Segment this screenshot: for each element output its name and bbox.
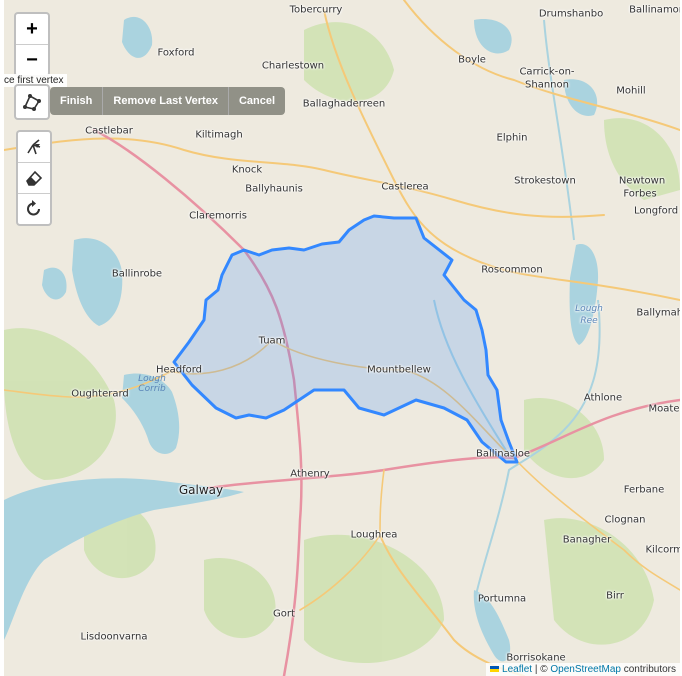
rotate-button[interactable] [18,193,50,224]
place-label-clognan: Clognan [604,514,646,526]
place-label-boyle: Boyle [458,54,486,66]
eraser-icon [26,170,43,186]
leaflet-link[interactable]: Leaflet [502,664,532,675]
place-label-charlestown: Charlestown [261,60,325,72]
place-label-gort: Gort [273,608,295,620]
zoom-control: + − [14,12,50,77]
place-label-moate: Moate [648,403,680,415]
place-label-ree: Ree [580,316,598,326]
rotate-icon [27,200,40,216]
place-label-lough: Lough [575,304,603,314]
place-label-drumshanbo: Drumshanbo [538,8,604,20]
place-label-ferbane: Ferbane [623,484,665,496]
edit-toolbar [16,130,52,226]
place-label-ballinasloe: Ballinasloe [475,448,531,460]
place-label-ballyhaunis: Ballyhaunis [245,183,303,195]
edit-layers-icon [27,139,41,155]
place-label-castlerea: Castlerea [381,181,429,193]
place-label-roscommon: Roscommon [481,264,543,276]
place-label-portumna: Portumna [477,593,527,605]
place-label-ballinamore: Ballinamore [629,4,680,16]
place-label-ballymahon: Ballymahon [636,307,680,319]
place-label-lisdoonvarna: Lisdoonvarna [80,631,148,643]
place-label-galway: Galway [178,483,224,497]
place-label-elphin: Elphin [496,132,528,144]
place-label-forbes: Forbes [623,188,657,200]
place-label-kilcormac: Kilcormac [645,544,680,556]
place-label-ballinrobe: Ballinrobe [111,268,163,280]
place-label-knock: Knock [231,164,263,176]
draw-polygon-button[interactable] [14,84,50,120]
place-label-tuam: Tuam [258,335,286,347]
place-label-oughterard: Oughterard [71,388,129,400]
draw-actions: Finish Remove Last Vertex Cancel [50,87,286,115]
place-label-kiltimagh: Kiltimagh [195,129,243,141]
finish-button[interactable]: Finish [50,87,103,115]
place-label-longford: Longford [633,205,679,217]
eraser-button[interactable] [18,162,50,193]
place-label-mohill: Mohill [616,85,646,97]
place-label-borrisokane: Borrisokane [506,652,566,664]
ukraine-flag-icon [490,666,500,673]
place-label-athenry: Athenry [290,468,330,480]
place-label-shannon: Shannon [525,79,569,91]
place-label-carrick-on: Carrick-on- [519,66,575,78]
zoom-in-button[interactable]: + [16,14,48,44]
map[interactable]: Tobercurry Drumshanbo Ballinamore Foxford Ch… [4,0,680,676]
zoom-in-icon: + [26,18,38,40]
cancel-button[interactable]: Cancel [227,87,286,115]
draw-polygon-icon [23,94,41,111]
place-label-athlone: Athlone [583,392,623,404]
place-label-castlebar: Castlebar [85,125,133,137]
place-label-birr: Birr [606,590,624,602]
place-label-tobercurry: Tobercurry [289,4,343,16]
place-label-foxford: Foxford [157,47,195,59]
osm-link[interactable]: OpenStreetMap [550,664,621,675]
attribution: Leaflet | © OpenStreetMap contributors [486,663,680,676]
edit-layers-button[interactable] [18,132,50,162]
lough-corrib-label: Lough Corrib [138,374,166,394]
place-label-strokestown: Strokestown [514,175,576,187]
place-label-newtown: Newtown [618,175,666,187]
place-label-ballaghaderreen: Ballaghaderreen [302,98,386,110]
place-label-mountbellew: Mountbellew [367,364,431,376]
place-label-loughrea: Loughrea [350,529,398,541]
remove-last-vertex-button[interactable]: Remove Last Vertex [102,87,228,115]
zoom-out-button[interactable]: − [16,44,48,75]
place-label-claremorris: Claremorris [189,210,247,222]
place-label-banagher: Banagher [562,534,612,546]
zoom-out-icon: − [26,49,38,71]
